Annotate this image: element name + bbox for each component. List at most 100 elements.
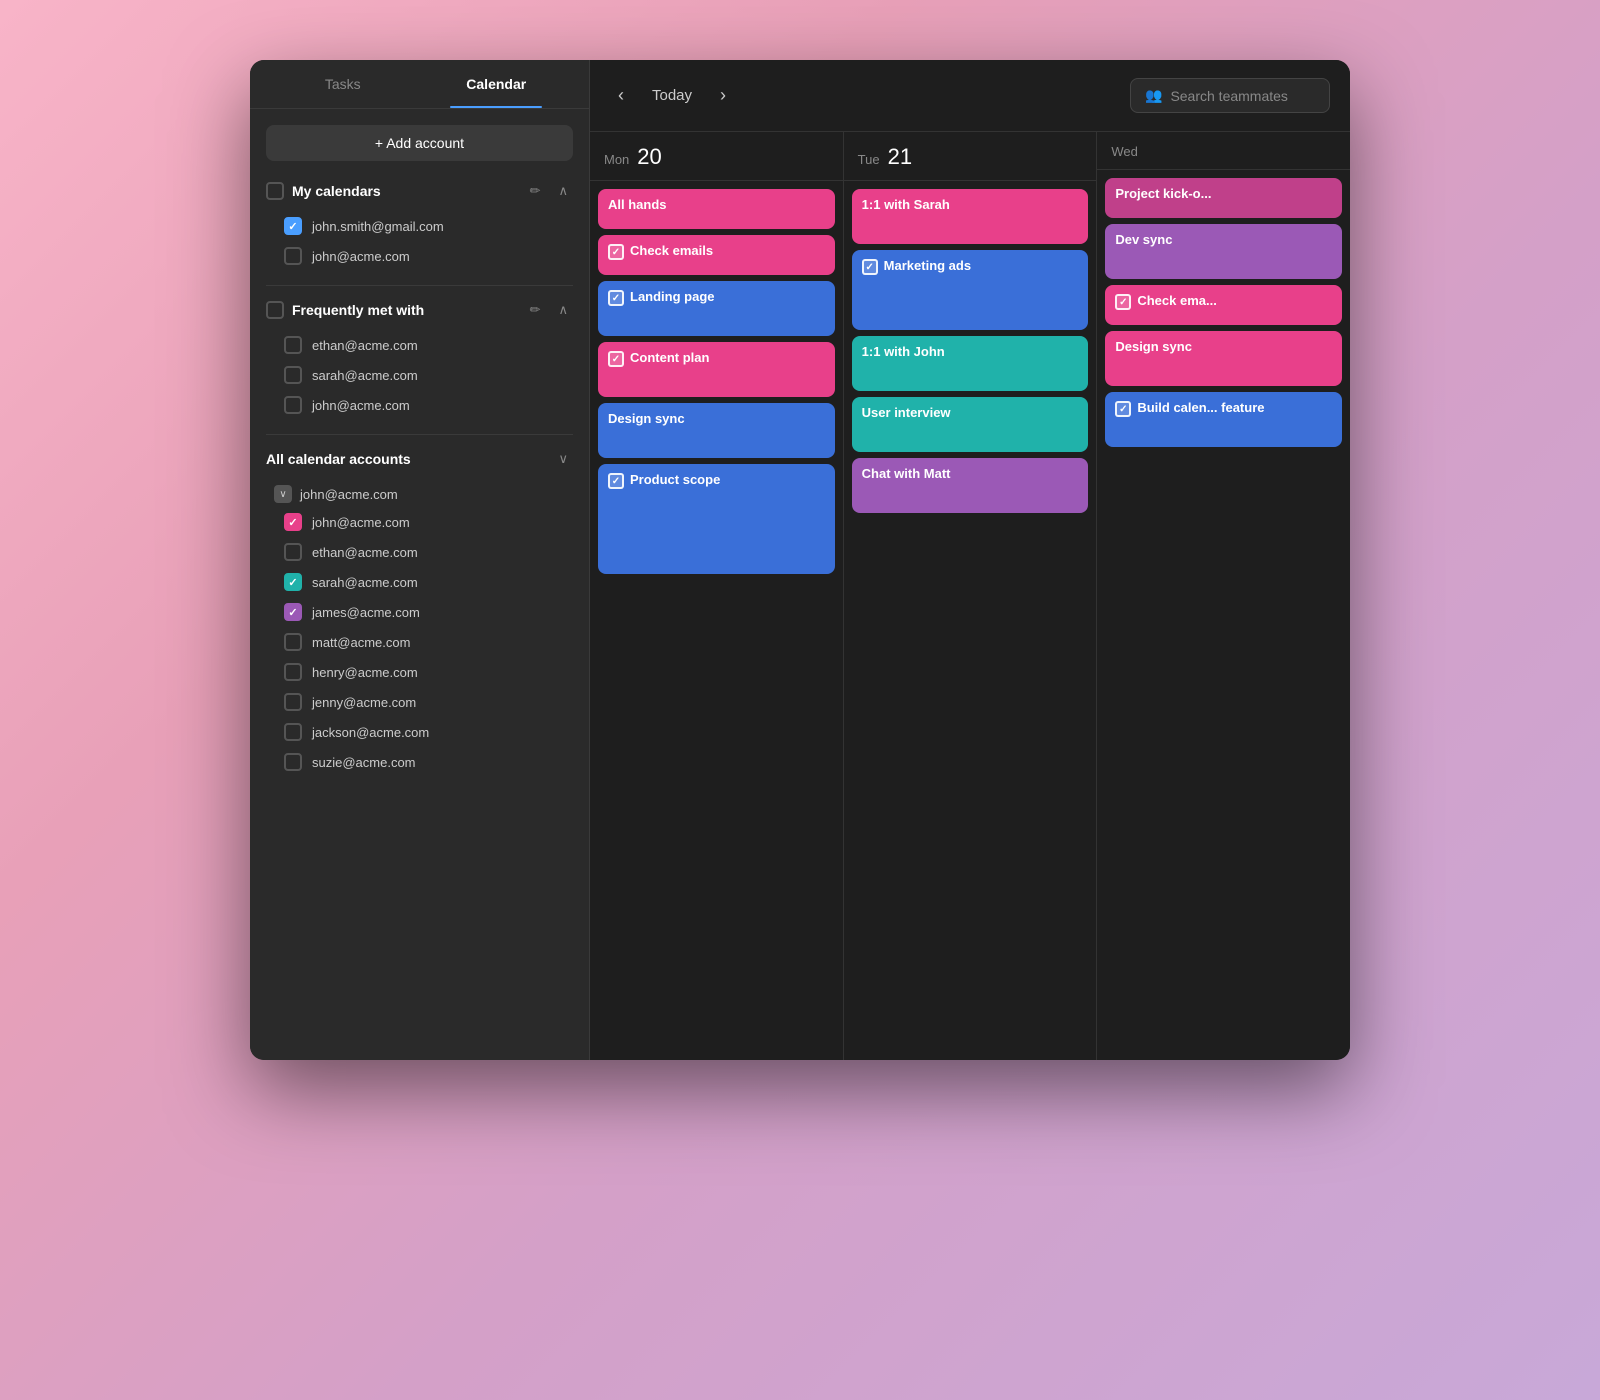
event-design-sync-mon[interactable]: Design sync [598,403,835,458]
list-item[interactable]: ✓ john@acme.com [276,507,573,537]
my-calendars-edit-button[interactable]: ✏ [525,181,546,201]
account-checkbox[interactable] [284,633,302,651]
account-email: jackson@acme.com [312,725,429,740]
event-title: Design sync [608,411,685,426]
sidebar: Tasks Calendar + Add account My calendar… [250,60,590,1060]
event-title: 1:1 with John [862,344,945,359]
list-item[interactable]: suzie@acme.com [276,747,573,777]
add-account-button[interactable]: + Add account [266,125,573,161]
event-user-interview[interactable]: User interview [852,397,1089,452]
list-item[interactable]: jackson@acme.com [276,717,573,747]
list-item[interactable]: ethan@acme.com [276,537,573,567]
account-email: ethan@acme.com [312,545,418,560]
tab-tasks[interactable]: Tasks [266,60,420,108]
list-item[interactable]: john@acme.com [276,241,573,271]
account-checkbox[interactable] [284,693,302,711]
account-checkbox[interactable] [284,723,302,741]
list-item[interactable]: john@acme.com [276,390,573,420]
freq-checkbox[interactable] [284,336,302,354]
day-column-wed: Wed Project kick-o... Dev sync ✓ Check e… [1097,132,1350,1060]
event-title: Landing page [630,289,715,304]
calendar-email: john@acme.com [312,249,410,264]
app-window: Tasks Calendar + Add account My calendar… [250,60,1350,1060]
frequently-met-edit-button[interactable]: ✏ [525,300,546,320]
calendar-main: ‹ Today › 👥 Search teammates Mon 20 All … [590,60,1350,1060]
event-check-emails-wed[interactable]: ✓ Check ema... [1105,285,1342,325]
event-title: Project kick-o... [1115,186,1211,201]
frequently-met-section-header: Frequently met with ✏ ∧ [266,300,573,320]
event-title: Chat with Matt [862,466,951,481]
today-button[interactable]: Today [644,83,700,108]
divider [266,434,573,435]
event-landing-page[interactable]: ✓ Landing page [598,281,835,336]
freq-email: ethan@acme.com [312,338,418,353]
list-item[interactable]: sarah@acme.com [276,360,573,390]
mon-events: All hands ✓ Check emails ✓ Landing page … [590,181,843,1060]
calendar-checkbox[interactable] [284,247,302,265]
list-item[interactable]: ✓ john.smith@gmail.com [276,211,573,241]
account-checkbox[interactable]: ✓ [284,513,302,531]
day-name-mon: Mon [604,152,629,167]
event-checkbox[interactable]: ✓ [608,244,624,260]
event-checkbox[interactable]: ✓ [1115,401,1131,417]
wed-events: Project kick-o... Dev sync ✓ Check ema..… [1097,170,1350,1060]
day-number-mon: 20 [637,144,661,170]
calendar-header: ‹ Today › 👥 Search teammates [590,60,1350,132]
day-number-tue: 21 [888,144,912,170]
frequently-met-collapse-button[interactable]: ∧ [553,300,573,320]
search-teammates[interactable]: 👥 Search teammates [1130,78,1330,113]
event-design-sync-wed[interactable]: Design sync [1105,331,1342,386]
frequently-met-title: Frequently met with [292,302,517,318]
event-content-plan[interactable]: ✓ Content plan [598,342,835,397]
list-item[interactable]: jenny@acme.com [276,687,573,717]
tab-calendar[interactable]: Calendar [420,60,574,108]
all-accounts-collapse-button[interactable]: ∨ [553,449,573,469]
list-item[interactable]: matt@acme.com [276,627,573,657]
freq-checkbox[interactable] [284,366,302,384]
freq-checkbox[interactable] [284,396,302,414]
my-calendars-collapse-button[interactable]: ∧ [553,181,573,201]
account-email: matt@acme.com [312,635,410,650]
frequently-met-checkbox[interactable] [266,301,284,319]
next-button[interactable]: › [712,81,734,110]
list-item[interactable]: ethan@acme.com [276,330,573,360]
event-title: All hands [608,197,667,212]
event-title: Design sync [1115,339,1192,354]
event-checkbox[interactable]: ✓ [608,351,624,367]
event-checkbox[interactable]: ✓ [608,473,624,489]
event-title: Marketing ads [884,258,971,273]
event-all-hands[interactable]: All hands [598,189,835,229]
all-accounts-header: All calendar accounts ∨ [266,449,573,469]
event-check-emails-mon[interactable]: ✓ Check emails [598,235,835,275]
account-group: ∨ john@acme.com ✓ john@acme.com ethan@ac… [266,481,573,777]
event-project-kickoff[interactable]: Project kick-o... [1105,178,1342,218]
event-title: Content plan [630,350,709,365]
event-checkbox[interactable]: ✓ [608,290,624,306]
account-checkbox[interactable] [284,663,302,681]
event-1on1-john[interactable]: 1:1 with John [852,336,1089,391]
event-build-calendar[interactable]: ✓ Build calen... feature [1105,392,1342,447]
event-dev-sync[interactable]: Dev sync [1105,224,1342,279]
event-title: 1:1 with Sarah [862,197,950,212]
event-marketing-ads[interactable]: ✓ Marketing ads [852,250,1089,330]
divider [266,285,573,286]
my-calendars-checkbox[interactable] [266,182,284,200]
day-header-tue: Tue 21 [844,132,1097,181]
list-item[interactable]: ✓ sarah@acme.com [276,567,573,597]
calendar-checkbox[interactable]: ✓ [284,217,302,235]
event-checkbox[interactable]: ✓ [1115,294,1131,310]
event-checkbox[interactable]: ✓ [862,259,878,275]
event-1on1-sarah[interactable]: 1:1 with Sarah [852,189,1089,244]
account-group-toggle[interactable]: ∨ john@acme.com [266,481,573,507]
list-item[interactable]: ✓ james@acme.com [276,597,573,627]
account-checkbox[interactable] [284,753,302,771]
account-checkbox[interactable]: ✓ [284,603,302,621]
list-item[interactable]: henry@acme.com [276,657,573,687]
prev-button[interactable]: ‹ [610,81,632,110]
calendar-email: john.smith@gmail.com [312,219,444,234]
account-checkbox[interactable]: ✓ [284,573,302,591]
my-calendars-title: My calendars [292,183,517,199]
event-product-scope[interactable]: ✓ Product scope [598,464,835,574]
event-chat-matt[interactable]: Chat with Matt [852,458,1089,513]
account-checkbox[interactable] [284,543,302,561]
